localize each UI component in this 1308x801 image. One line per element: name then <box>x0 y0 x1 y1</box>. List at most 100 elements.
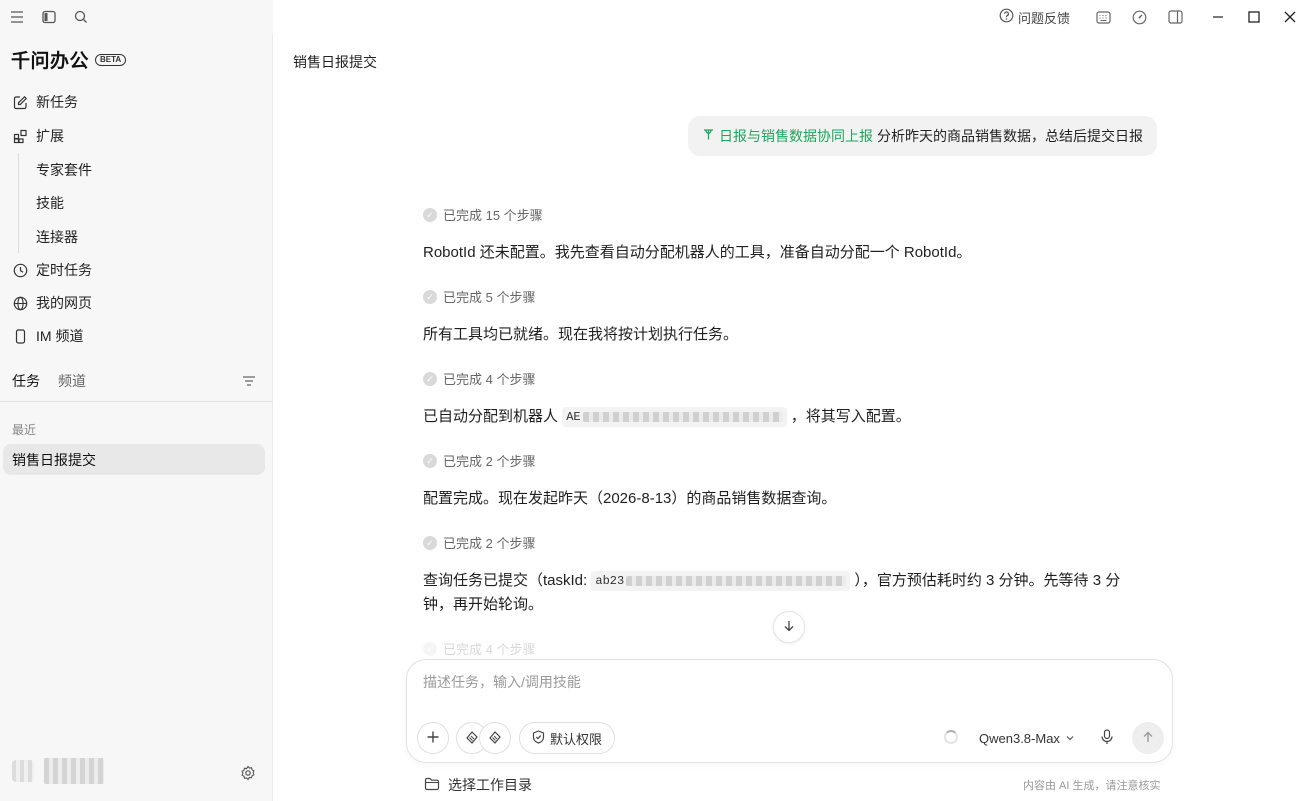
arrow-up-icon <box>1142 730 1154 746</box>
scroll-to-bottom-button[interactable] <box>773 611 805 643</box>
title-bar-left <box>0 0 273 34</box>
main-panel: 销售日报提交 日报与销售数据协同上报 分析昨天的商品销售数据，总结后提交日报 ✓… <box>273 34 1308 801</box>
session-item[interactable]: 销售日报提交 <box>3 444 265 475</box>
help-circle-icon <box>999 8 1014 26</box>
tab-channels[interactable]: 频道 <box>58 371 86 391</box>
page-title: 销售日报提交 <box>293 54 377 70</box>
folder-icon <box>424 777 440 794</box>
sidebar-item-label: 定时任务 <box>36 262 92 278</box>
sidebar-item-label: 我的网页 <box>36 295 92 311</box>
sidebar-item-scheduled[interactable]: 定时任务 <box>0 256 273 284</box>
sidebar-item-label: 技能 <box>36 195 64 211</box>
title-bar: 问题反馈 <box>0 0 1308 34</box>
add-button[interactable] <box>417 722 449 754</box>
step-summary[interactable]: ✓ 已完成 4 个步骤 <box>423 369 535 388</box>
user-message-text: 分析昨天的商品销售数据，总结后提交日报 <box>877 128 1143 144</box>
robot-id-chip: AE <box>562 407 787 428</box>
step-label: 已完成 4 个步骤 <box>443 372 536 387</box>
message-text: 查询任务已提交（taskId: <box>423 572 588 589</box>
close-icon[interactable] <box>1272 0 1308 34</box>
step-label: 已完成 15 个步骤 <box>443 208 543 223</box>
check-circle-icon: ✓ <box>423 641 437 656</box>
feedback-button[interactable]: 问题反馈 <box>999 8 1070 27</box>
recent-label: 最近 <box>12 423 37 437</box>
clock-icon <box>12 262 28 278</box>
skill-name: 日报与销售数据协同上报 <box>719 128 873 144</box>
search-icon[interactable] <box>70 6 92 28</box>
sidebar-item-im-channel[interactable]: IM 频道 <box>0 322 273 350</box>
beta-badge: BETA <box>95 53 127 66</box>
send-button[interactable] <box>1132 722 1164 754</box>
sidebar-toggle-icon[interactable] <box>38 6 60 28</box>
step-summary[interactable]: ✓ 已完成 2 个步骤 <box>423 451 535 470</box>
check-circle-icon: ✓ <box>423 453 437 468</box>
sidebar-item-label: 新任务 <box>36 94 78 110</box>
assistant-message: 所有工具均已就绪。现在我将按计划执行任务。 <box>423 326 739 343</box>
grid-plus-icon <box>12 128 28 144</box>
permission-button[interactable]: 默认权限 <box>519 722 616 754</box>
microphone-button[interactable] <box>1096 726 1118 750</box>
sidebar-item-skills[interactable]: 技能 <box>36 190 64 216</box>
task-id-chip: ab23 <box>591 571 851 592</box>
assistant-message: 配置完成。现在发起昨天（2026-8-13）的商品销售数据查询。 <box>423 490 837 507</box>
submenu-guide-line <box>18 153 19 253</box>
user-profile[interactable] <box>12 758 104 784</box>
select-workdir-button[interactable]: 选择工作目录 <box>424 775 532 795</box>
model-selector[interactable]: Qwen3.8-Max <box>979 722 1075 754</box>
workdir-label: 选择工作目录 <box>448 777 532 793</box>
check-circle-icon: ✓ <box>423 535 437 550</box>
gauge-icon[interactable] <box>1128 6 1150 28</box>
panel-toggle-icon[interactable] <box>1164 6 1186 28</box>
sidebar-item-new-task[interactable]: 新任务 <box>0 88 273 116</box>
tab-tasks[interactable]: 任务 <box>12 371 40 391</box>
assistant-message: 已自动分配到机器人 AE ，将其写入配置。 <box>423 405 1143 429</box>
check-circle-icon: ✓ <box>423 207 437 222</box>
plus-icon <box>426 730 440 747</box>
sidebar-item-label: 连接器 <box>36 229 78 245</box>
step-summary[interactable]: ✓ 已完成 4 个步骤 <box>423 639 535 658</box>
message-text: ，将其写入配置。 <box>790 408 911 425</box>
brand: 千问办公 BETA <box>11 46 127 73</box>
loading-spinner-icon <box>944 730 958 744</box>
step-summary[interactable]: ✓ 已完成 5 个步骤 <box>423 287 535 306</box>
keyboard-icon[interactable] <box>1092 6 1114 28</box>
step-label: 已完成 2 个步骤 <box>443 454 536 469</box>
maximize-icon[interactable] <box>1236 0 1272 34</box>
skill-button-secondary[interactable] <box>479 722 511 754</box>
ai-disclaimer: 内容由 AI 生成，请注意核实 <box>1023 780 1161 792</box>
divider <box>0 401 273 402</box>
redacted-value <box>626 575 847 586</box>
sidebar-item-label: IM 频道 <box>36 328 84 344</box>
check-circle-icon: ✓ <box>423 289 437 304</box>
sidebar-item-connectors[interactable]: 连接器 <box>36 224 78 250</box>
task-input[interactable] <box>423 674 1153 690</box>
sidebar-item-label: 专家套件 <box>36 162 92 178</box>
sidebar-item-expert-kits[interactable]: 专家套件 <box>36 157 92 183</box>
sidebar-item-extensions[interactable]: 扩展 <box>0 122 273 150</box>
brand-name: 千问办公 <box>11 51 90 72</box>
username-redacted <box>44 758 104 784</box>
skill-icon <box>464 729 480 748</box>
arrow-down-icon <box>783 619 795 635</box>
edit-icon <box>12 94 28 110</box>
title-bar-right: 问题反馈 <box>999 0 1308 34</box>
code-text: AE <box>566 410 581 425</box>
globe-icon <box>12 295 28 311</box>
code-text: ab23 <box>595 574 625 589</box>
gear-icon[interactable] <box>240 765 256 781</box>
step-summary[interactable]: ✓ 已完成 15 个步骤 <box>423 205 543 224</box>
skill-icon <box>702 128 715 144</box>
minimize-icon[interactable] <box>1200 0 1236 34</box>
composer: 默认权限 Qwen3.8-Max <box>406 659 1173 763</box>
skill-tag[interactable]: 日报与销售数据协同上报 <box>702 126 873 146</box>
assistant-message: 查询任务已提交（taskId: ab23 ），官方预估耗时约 3 分钟。先等待 … <box>423 569 1143 617</box>
sidebar-item-my-pages[interactable]: 我的网页 <box>0 289 273 317</box>
check-circle-icon: ✓ <box>423 371 437 386</box>
menu-icon[interactable] <box>6 6 28 28</box>
chevron-down-icon <box>1065 731 1075 746</box>
model-name: Qwen3.8-Max <box>979 730 1060 746</box>
step-label: 已完成 4 个步骤 <box>443 642 536 657</box>
filter-icon[interactable] <box>241 373 257 389</box>
phone-icon <box>12 328 28 344</box>
step-summary[interactable]: ✓ 已完成 2 个步骤 <box>423 533 535 552</box>
